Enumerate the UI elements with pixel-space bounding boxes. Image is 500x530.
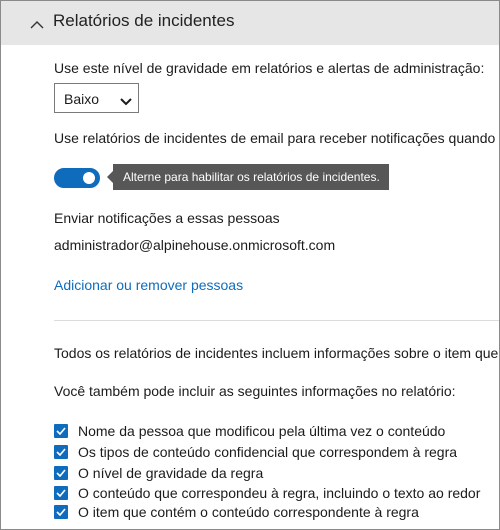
toggle-tooltip: Alterne para habilitar os relatórios de … [107,164,389,190]
incident-reports-panel: Relatórios de incidentes Use este nível … [0,0,500,530]
checkbox-sensitive-types[interactable] [54,445,68,459]
recipient-email: administrador@alpinehouse.onmicrosoft.co… [54,237,336,253]
recipients-label: Enviar notificações a essas pessoas [54,210,280,226]
chevron-down-icon [120,93,132,106]
also-include-label: Você também pode incluir as seguintes in… [54,383,456,399]
add-remove-people-link[interactable]: Adicionar ou remover pessoas [54,276,243,294]
checkbox-item-containing[interactable] [54,505,68,519]
checkbox-matched-content[interactable] [54,486,68,500]
option-label: Nome da pessoa que modificou pela última… [78,423,446,439]
checkbox-last-modifier[interactable] [54,424,68,438]
severity-dropdown[interactable]: Baixo [54,83,139,113]
option-item-containing: O item que contém o conteúdo corresponde… [54,504,419,520]
chevron-up-icon[interactable] [30,17,44,29]
toggle-knob [83,172,95,184]
section-title: Relatórios de incidentes [53,11,235,30]
section-header[interactable]: Relatórios de incidentes [1,1,499,45]
option-label: O conteúdo que correspondeu à regra, inc… [78,485,481,501]
incident-reports-toggle[interactable] [54,168,100,188]
severity-label: Use este nível de gravidade em relatório… [54,60,485,76]
option-severity-level: O nível de gravidade da regra [54,465,263,481]
section-divider [54,320,499,321]
option-matched-content: O conteúdo que correspondeu à regra, inc… [54,485,480,501]
checkbox-severity-level[interactable] [54,466,68,480]
email-reports-label: Use relatórios de incidentes de email pa… [54,130,500,146]
option-label: O nível de gravidade da regra [78,465,264,481]
option-sensitive-types: Os tipos de conteúdo confidencial que co… [54,444,457,460]
option-label: O item que contém o conteúdo corresponde… [78,504,419,520]
option-last-modifier: Nome da pessoa que modificou pela última… [54,423,445,439]
option-label: Os tipos de conteúdo confidencial que co… [78,444,458,460]
severity-selected-value: Baixo [64,91,100,107]
report-info-intro: Todos os relatórios de incidentes inclue… [54,345,499,361]
